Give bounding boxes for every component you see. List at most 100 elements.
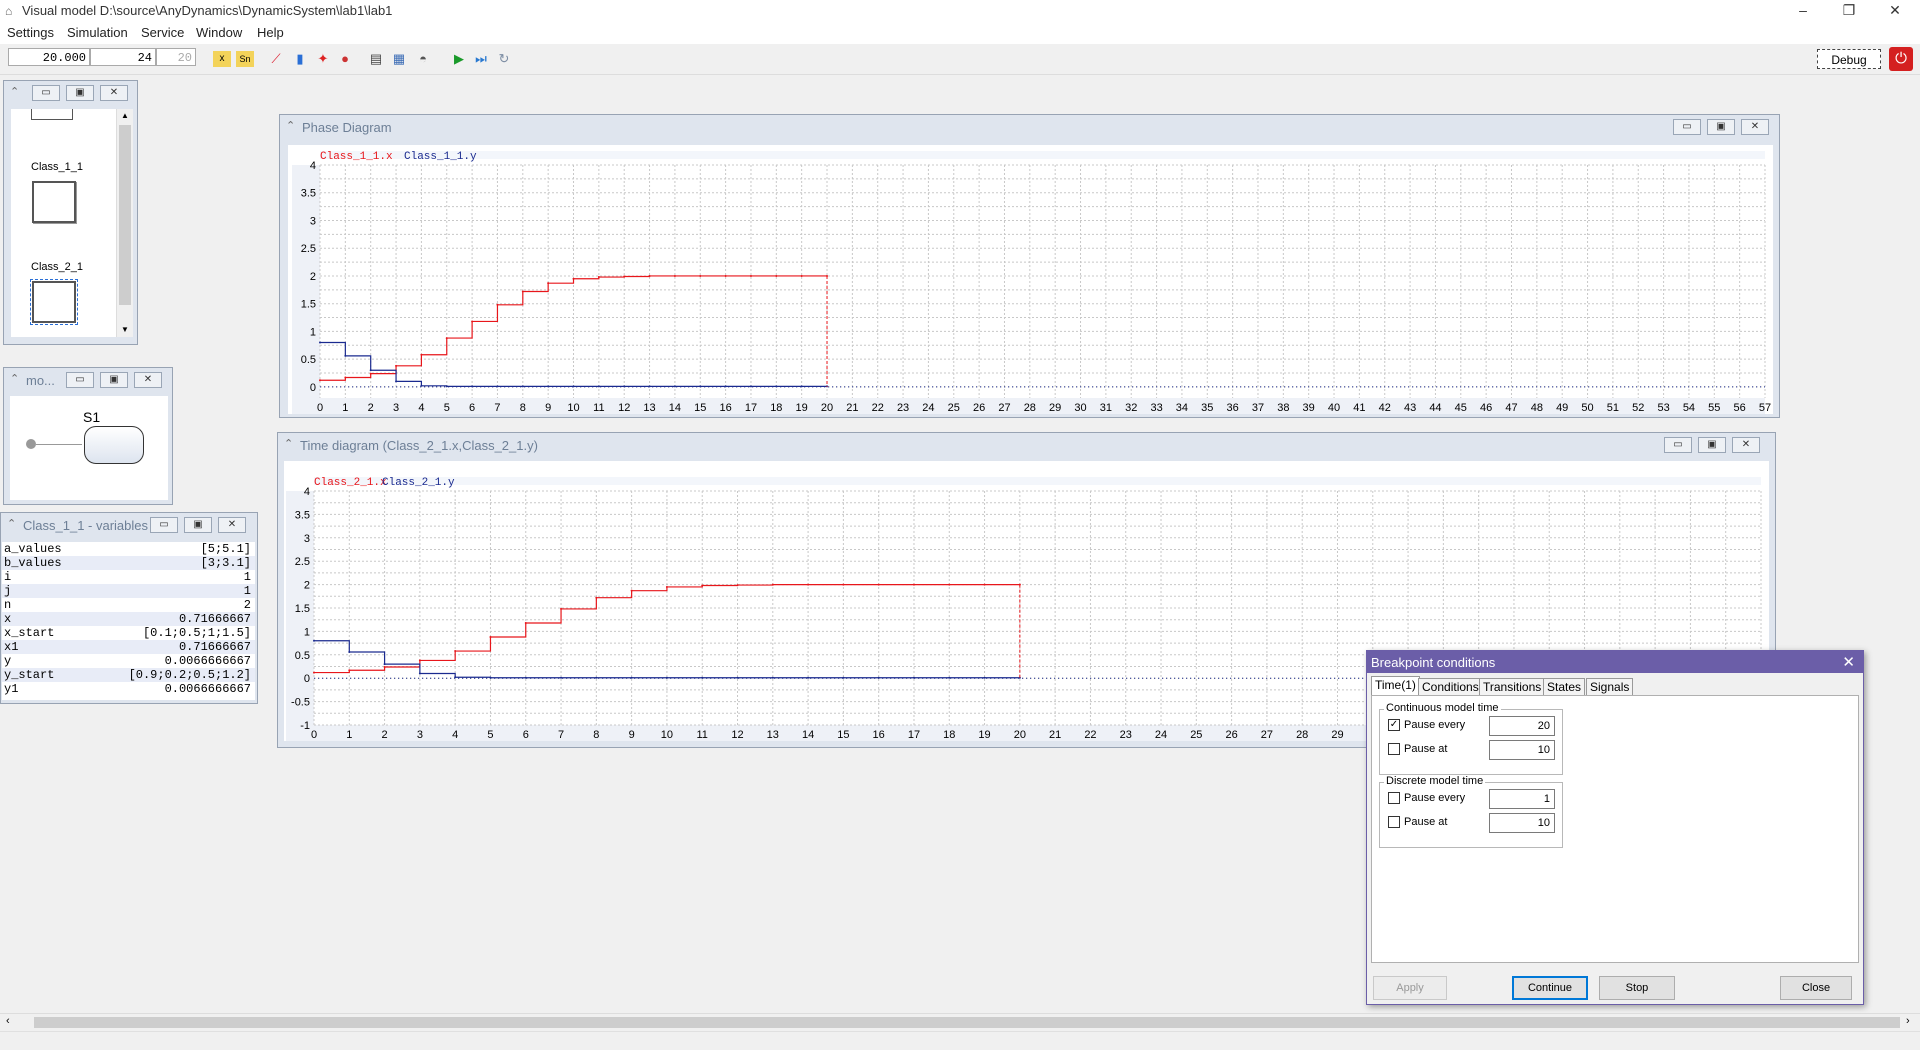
minimize-button[interactable]: ▭ <box>1664 437 1692 453</box>
x-tick-label: 8 <box>520 402 526 414</box>
time-diagram-titlebar: ⌃ Time diagram (Class_2_1.x,Class_2_1.y)… <box>278 433 1775 457</box>
close-button[interactable]: ✕ <box>218 517 246 533</box>
tab-conditions[interactable]: Conditions <box>1418 678 1483 695</box>
minimize-button[interactable]: ▭ <box>66 372 94 388</box>
maximize-button[interactable]: ▣ <box>1698 437 1726 453</box>
state-s1[interactable] <box>84 426 144 464</box>
pause-at-label: Pause at <box>1404 743 1448 755</box>
traffic-light-icon[interactable]: ▤ <box>367 51 385 67</box>
debug-button[interactable]: Debug <box>1817 49 1881 69</box>
class-item-box-selected[interactable] <box>30 279 78 325</box>
close-button[interactable]: ✕ <box>100 85 128 101</box>
discrete-pause-every-input[interactable]: 1 <box>1489 789 1555 809</box>
turtle-icon[interactable]: ◓ <box>414 51 432 67</box>
x-tick-label: 25 <box>1190 729 1202 741</box>
minimize-button[interactable]: ▭ <box>1673 119 1701 135</box>
variable-name: a_values <box>4 542 62 556</box>
data-point <box>454 650 457 653</box>
close-window-button[interactable]: ✕ <box>1872 0 1918 22</box>
legend-label-0: Class_2_1.x <box>314 477 387 489</box>
data-point <box>630 589 633 592</box>
variable-value: 0.0066666667 <box>164 654 251 668</box>
sphere-icon[interactable]: ● <box>336 51 354 67</box>
apply-button[interactable]: Apply <box>1373 976 1447 1000</box>
tab-signals[interactable]: Signals <box>1586 678 1634 695</box>
scroll-up-icon[interactable]: ▲ <box>117 109 133 123</box>
class-item-partial[interactable] <box>31 109 73 120</box>
window-icon: ⌃ <box>10 86 20 98</box>
maximize-button[interactable]: ▣ <box>1707 119 1735 135</box>
phase-chart: 0 1 2 3 4 5 6 7 8 9 10 11 12 13 14 15 16 17 18 19 20 21 22 23 24… <box>288 145 1773 414</box>
dialog-close-icon[interactable]: ✕ <box>1842 653 1855 671</box>
x-tick-label: 22 <box>1084 729 1096 741</box>
menu-simulation[interactable]: Simulation <box>67 25 128 40</box>
phase-plot-icon[interactable]: ⟋ <box>267 51 285 67</box>
x-tick-label: 51 <box>1607 402 1619 414</box>
tab-states[interactable]: States <box>1543 678 1586 695</box>
xy-plot-icon[interactable]: x <box>213 51 231 67</box>
scroll-left-icon[interactable]: ‹ <box>6 1015 10 1027</box>
time-input[interactable]: 20.000 <box>8 48 90 66</box>
step-forward-icon[interactable]: ⏭ <box>472 51 490 67</box>
menu-settings[interactable]: Settings <box>7 25 54 40</box>
state-panel-titlebar: ⌃ mo... ▭ ▣ ✕ <box>4 368 172 392</box>
menu-service[interactable]: Service <box>141 25 184 40</box>
close-button[interactable]: Close <box>1780 976 1852 1000</box>
bar-chart-icon[interactable]: ▮ <box>291 51 309 67</box>
stop-button[interactable]: Stop <box>1599 976 1675 1000</box>
scroll-thumb[interactable] <box>119 125 131 305</box>
maximize-button[interactable]: ▣ <box>66 85 94 101</box>
data-point <box>395 380 398 383</box>
minimize-button[interactable]: ▭ <box>32 85 60 101</box>
y-tick-label: 3 <box>304 533 310 545</box>
reset-icon[interactable]: ↻ <box>495 51 513 67</box>
tab-time[interactable]: Time(1) <box>1371 676 1420 696</box>
state-panel-window: ⌃ mo... ▭ ▣ ✕ S1 <box>3 367 173 505</box>
data-point <box>319 341 321 344</box>
y-tick-label: 2 <box>304 580 310 592</box>
minimize-button[interactable]: ▭ <box>150 517 178 533</box>
x-tick-label: 42 <box>1379 402 1391 414</box>
pause-at-input[interactable]: 10 <box>1489 740 1555 760</box>
runner-icon[interactable]: ✦ <box>314 51 332 67</box>
step-input[interactable]: 24 <box>90 48 156 66</box>
power-icon[interactable]: ⏻ <box>1889 47 1913 71</box>
pause-every-label: Pause every <box>1404 719 1466 731</box>
data-point <box>807 676 810 679</box>
tab-transitions[interactable]: Transitions <box>1479 678 1546 695</box>
data-point <box>983 676 986 679</box>
restore-button[interactable]: ❐ <box>1826 0 1872 22</box>
pause-every-input[interactable]: 20 <box>1489 716 1555 736</box>
menu-window[interactable]: Window <box>196 25 242 40</box>
x-tick-label: 3 <box>417 729 423 741</box>
close-button[interactable]: ✕ <box>134 372 162 388</box>
horizontal-scrollbar[interactable]: ‹ › <box>0 1013 1920 1031</box>
discrete-pause-at-input[interactable]: 10 <box>1489 813 1555 833</box>
pause-at-checkbox[interactable] <box>1388 743 1400 755</box>
continue-button[interactable]: Continue <box>1512 976 1588 1000</box>
scrollbar[interactable]: ▲ ▼ <box>116 109 133 337</box>
table-icon[interactable]: ▦ <box>390 51 408 67</box>
x-tick-label: 7 <box>558 729 564 741</box>
play-icon[interactable]: ▶ <box>450 51 468 67</box>
pause-every-checkbox[interactable]: ✓ <box>1388 719 1400 731</box>
minimize-button[interactable]: – <box>1780 0 1826 22</box>
x-tick-label: 12 <box>731 729 743 741</box>
maximize-button[interactable]: ▣ <box>184 517 212 533</box>
scroll-down-icon[interactable]: ▼ <box>117 323 133 337</box>
variable-row: y1 0.0066666667 <box>2 682 255 696</box>
sn-icon[interactable]: Sn <box>236 51 254 67</box>
scroll-right-icon[interactable]: › <box>1906 1015 1910 1027</box>
scroll-thumb[interactable] <box>34 1017 1900 1028</box>
x-tick-label: 0 <box>317 402 323 414</box>
discrete-pause-every-checkbox[interactable] <box>1388 792 1400 804</box>
close-button[interactable]: ✕ <box>1741 119 1769 135</box>
variables-table: a_values [5;5.1] b_values [3;3.1] i 1 j 1 n 2 x 0.7… <box>2 542 255 700</box>
discrete-pause-at-checkbox[interactable] <box>1388 816 1400 828</box>
x-tick-label: 10 <box>567 402 579 414</box>
variable-row: x1 0.71666667 <box>2 640 255 654</box>
class-item-box[interactable] <box>32 181 76 223</box>
menu-help[interactable]: Help <box>257 25 284 40</box>
maximize-button[interactable]: ▣ <box>100 372 128 388</box>
close-button[interactable]: ✕ <box>1732 437 1760 453</box>
